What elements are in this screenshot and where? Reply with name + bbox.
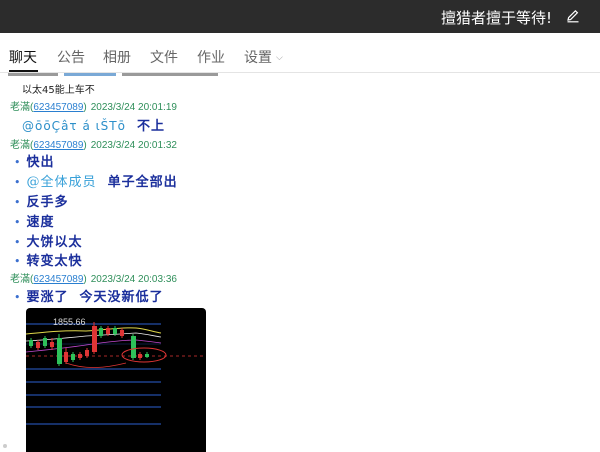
- bullet-icon: •: [14, 176, 22, 189]
- message-text: 以太45能上车不: [22, 85, 95, 96]
- tab-homework[interactable]: 作业: [197, 47, 225, 67]
- active-tab-indicator: [9, 70, 38, 72]
- message-text: @ōōÇâτ á ιŠTō 不上: [22, 115, 165, 134]
- message-timestamp: 2023/3/24 20:03:36: [90, 274, 177, 285]
- sender-name[interactable]: 老滿: [10, 274, 30, 285]
- bullet-icon: •: [14, 236, 22, 249]
- chevron-down-icon: ⌵: [276, 53, 283, 63]
- bullet-icon: •: [14, 216, 22, 229]
- message-line: • 大饼以太: [14, 235, 83, 250]
- tab-settings[interactable]: 设置 ⌵: [244, 47, 283, 67]
- tab-announcement[interactable]: 公告: [57, 47, 85, 67]
- chart-screenshot: [26, 322, 206, 425]
- tab-bar: 聊天 公告 相册 文件 作业 设置 ⌵: [0, 33, 600, 73]
- message-line: • 要涨了 今天没新低了: [14, 290, 164, 305]
- window-title: 擅猎者擅于等待!: [440, 9, 552, 27]
- sender-name[interactable]: 老滿: [10, 102, 30, 113]
- title-bar: 擅猎者擅于等待!: [0, 0, 600, 33]
- message-header: 老滿(623457089) 2023/3/24 20:03:36: [10, 274, 177, 285]
- message-line: • 速度: [14, 215, 55, 230]
- message-line: • @全体成员 单子全部出: [14, 175, 178, 190]
- message-header: 老滿(623457089) 2023/3/24 20:01:32: [10, 140, 177, 151]
- message-timestamp: 2023/3/24 20:01:19: [90, 102, 177, 113]
- chart-price-label: 1855.66: [53, 317, 86, 327]
- message-line: 不上: [137, 119, 166, 134]
- mention-all[interactable]: @全体成员: [27, 175, 97, 190]
- chat-message-list[interactable]: 以太45能上车不 老滿(623457089) 2023/3/24 20:01:19…: [0, 73, 600, 452]
- garbled-mention: @ōōÇâτ á ιŠTō: [22, 119, 126, 133]
- message-header: 老滿(623457089) 2023/3/24 20:01:19: [10, 102, 177, 113]
- bullet-icon: •: [14, 156, 22, 169]
- tab-chat[interactable]: 聊天: [9, 47, 37, 67]
- tab-album[interactable]: 相册: [103, 47, 131, 67]
- sender-name[interactable]: 老滿: [10, 140, 30, 151]
- message-timestamp: 2023/3/24 20:01:32: [90, 140, 177, 151]
- bullet-icon: •: [14, 196, 22, 209]
- tab-files[interactable]: 文件: [150, 47, 178, 67]
- tab-settings-label: 设置: [244, 50, 272, 66]
- message-line: • 转变太快: [14, 254, 83, 269]
- message-image[interactable]: 1855.66: [26, 308, 206, 452]
- bullet-icon: •: [14, 291, 22, 304]
- message-line: • 快出: [14, 155, 55, 170]
- pencil-icon[interactable]: [566, 9, 580, 23]
- sender-qq-link[interactable]: 623457089: [33, 102, 83, 113]
- clipped-message-header: [8, 73, 218, 77]
- sender-qq-link[interactable]: 623457089: [33, 274, 83, 285]
- bullet-icon: •: [14, 255, 22, 268]
- sender-qq-link[interactable]: 623457089: [33, 140, 83, 151]
- scroll-indicator: [3, 444, 7, 448]
- message-line: • 反手多: [14, 195, 69, 210]
